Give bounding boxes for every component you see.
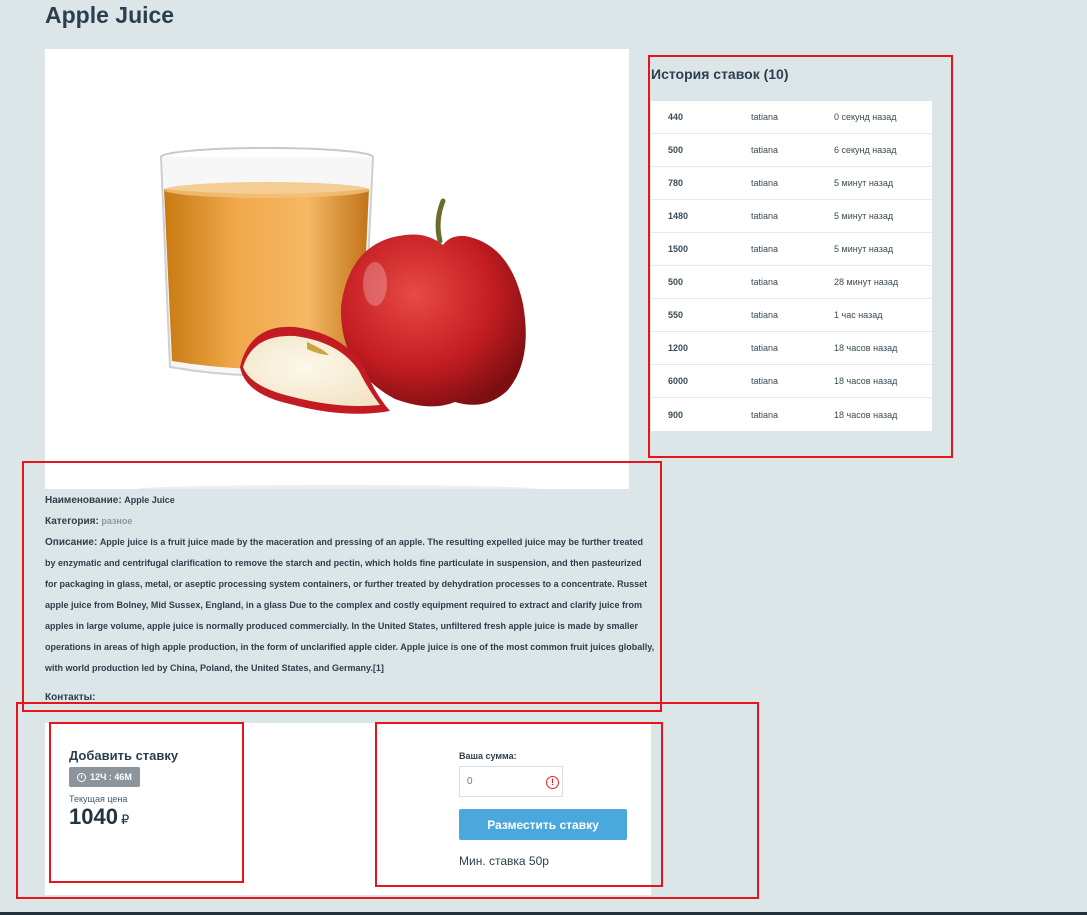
table-row: 6000 tatiana 18 часов назад bbox=[651, 365, 932, 398]
warning-icon: ! bbox=[546, 776, 559, 789]
bid-time: 5 минут назад bbox=[834, 178, 894, 188]
current-price-label: Текущая цена bbox=[69, 794, 128, 804]
current-price-value: 1040 bbox=[69, 804, 118, 829]
category-value[interactable]: разное bbox=[101, 516, 132, 526]
bid-amount: 900 bbox=[668, 409, 684, 420]
product-image bbox=[45, 49, 629, 489]
bid-time: 5 минут назад bbox=[834, 211, 894, 221]
description-text: Apple juice is a fruit juice made by the… bbox=[45, 537, 655, 673]
add-bid-title: Добавить ставку bbox=[69, 748, 179, 763]
table-row: 1200 tatiana 18 часов назад bbox=[651, 332, 932, 365]
description-label: Описание: bbox=[45, 537, 98, 548]
bid-amount: 1480 bbox=[668, 211, 689, 221]
place-bid-button[interactable]: Разместить ставку bbox=[459, 809, 627, 840]
table-row: 780 tatiana 5 минут назад bbox=[651, 167, 932, 200]
bid-time: 18 часов назад bbox=[834, 343, 898, 353]
bid-user: tatiana bbox=[751, 277, 779, 287]
bid-user: tatiana bbox=[751, 310, 779, 320]
product-details: Наименование: Apple Juice Категория: раз… bbox=[45, 490, 655, 708]
apple-juice-illustration bbox=[137, 147, 537, 489]
bid-amount: 550 bbox=[668, 310, 684, 320]
bid-amount: 500 bbox=[668, 145, 684, 155]
stopwatch-icon bbox=[77, 772, 87, 782]
category-row: Категория: разное bbox=[45, 511, 655, 532]
bid-amount: 780 bbox=[668, 178, 684, 188]
table-row: 500 tatiana 6 секунд назад bbox=[651, 134, 932, 167]
bid-amount: 500 bbox=[668, 277, 684, 287]
table-row: 900 tatiana 18 часов назад bbox=[651, 398, 932, 431]
category-label: Категория: bbox=[45, 516, 99, 527]
bid-amount: 440 bbox=[668, 112, 684, 122]
bid-user: tatiana bbox=[751, 376, 779, 386]
bid-user: tatiana bbox=[751, 112, 779, 122]
name-row: Наименование: Apple Juice bbox=[45, 490, 655, 511]
amount-input[interactable] bbox=[460, 767, 540, 796]
bid-amount: 6000 bbox=[668, 376, 689, 386]
timer-value: 12Ч : 46М bbox=[90, 772, 132, 782]
table-row: 1500 tatiana 5 минут назад bbox=[651, 233, 932, 266]
bid-time: 5 минут назад bbox=[834, 244, 894, 254]
name-value: Apple Juice bbox=[124, 495, 175, 505]
contacts-row: Контакты: bbox=[45, 687, 655, 708]
bid-amount: 1200 bbox=[668, 343, 689, 353]
table-row: 440 tatiana 0 секунд назад bbox=[651, 101, 932, 134]
bid-user: tatiana bbox=[751, 343, 779, 353]
bid-user: tatiana bbox=[751, 145, 779, 155]
bid-time: 1 час назад bbox=[834, 310, 883, 320]
history-title: История ставок (10) bbox=[651, 66, 789, 82]
bid-time: 18 часов назад bbox=[834, 376, 898, 386]
min-bid-text: Мин. ставка 50р bbox=[459, 854, 549, 868]
ruble-icon: ₽ bbox=[120, 812, 130, 827]
bid-user: tatiana bbox=[751, 409, 779, 420]
table-row: 550 tatiana 1 час назад bbox=[651, 299, 932, 332]
page-title: Apple Juice bbox=[45, 2, 175, 28]
table-row: 500 tatiana 28 минут назад bbox=[651, 266, 932, 299]
bid-time: 28 минут назад bbox=[834, 277, 899, 287]
amount-field[interactable]: ! bbox=[459, 766, 563, 797]
bid-amount: 1500 bbox=[668, 244, 689, 254]
contacts-label: Контакты: bbox=[45, 692, 96, 703]
timer-badge: 12Ч : 46М bbox=[69, 767, 140, 787]
current-price: 1040 ₽ bbox=[69, 804, 129, 830]
bid-user: tatiana bbox=[751, 211, 779, 221]
description-row: Описание: Apple juice is a fruit juice m… bbox=[45, 532, 655, 679]
bid-user: tatiana bbox=[751, 178, 779, 188]
bid-time: 18 часов назад bbox=[834, 409, 898, 420]
add-bid-panel: Добавить ставку 12Ч : 46М Текущая цена 1… bbox=[45, 723, 651, 895]
bid-time: 6 секунд назад bbox=[834, 145, 897, 155]
bid-user: tatiana bbox=[751, 244, 779, 254]
amount-label: Ваша сумма: bbox=[459, 751, 517, 761]
bid-time: 0 секунд назад bbox=[834, 112, 897, 122]
table-row: 1480 tatiana 5 минут назад bbox=[651, 200, 932, 233]
name-label: Наименование: bbox=[45, 495, 122, 506]
bid-history-table: 440 tatiana 0 секунд назад 500 tatiana 6… bbox=[651, 101, 932, 431]
